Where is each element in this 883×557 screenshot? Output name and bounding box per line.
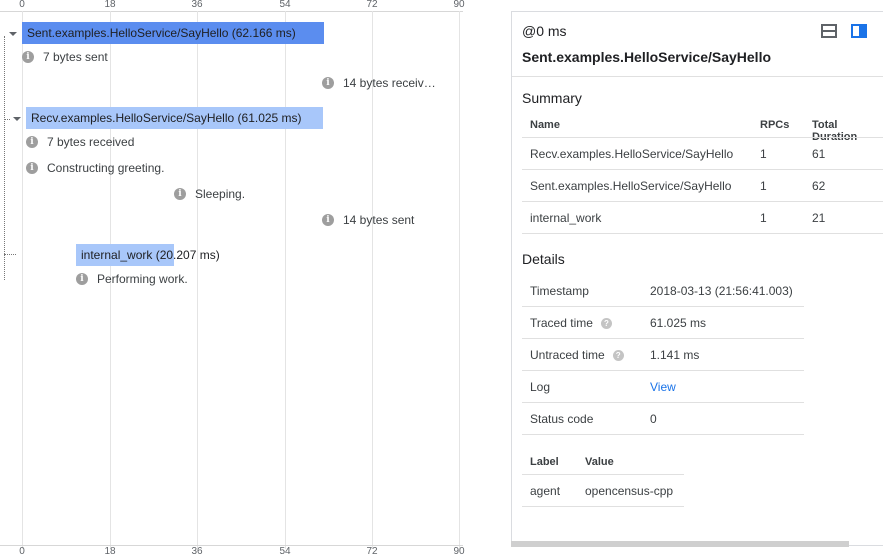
collapse-caret-icon[interactable] (13, 117, 21, 121)
divider (512, 76, 883, 77)
details-panel: @0 ms Sent.examples.HelloService/SayHell… (511, 11, 883, 546)
help-icon[interactable]: ? (600, 318, 612, 330)
summary-cell-name: Recv.examples.HelloService/SayHello (530, 147, 734, 161)
col-value: Value (585, 456, 614, 468)
annotation[interactable]: i 7 bytes sent (22, 50, 108, 64)
divider (522, 434, 804, 435)
detail-value-status-code: 0 (650, 412, 657, 426)
summary-heading: Summary (522, 90, 582, 106)
detail-label-text: Untraced time (530, 348, 605, 362)
annotation[interactable]: i Performing work. (76, 272, 188, 286)
summary-cell-duration: 61 (812, 147, 826, 161)
annotation-text: Sleeping. (195, 187, 246, 201)
divider (522, 338, 804, 339)
annotation-text: 14 bytes receiv… (343, 76, 436, 90)
summary-cell-name: internal_work (530, 211, 602, 225)
axis-tick-bottom: 0 (19, 546, 25, 557)
annotation[interactable]: i Constructing greeting. (26, 161, 164, 175)
detail-value-traced-time: 61.025 ms (650, 316, 707, 330)
selected-time: @0 ms (522, 23, 567, 39)
info-icon: i (174, 188, 186, 200)
axis-tick-top: 54 (279, 0, 291, 10)
info-icon: i (76, 273, 88, 285)
label-value: opencensus-cpp (585, 484, 674, 498)
summary-cell-rpcs: 1 (760, 211, 767, 225)
divider (522, 474, 684, 475)
info-icon: i (26, 162, 38, 174)
axis-tick-bottom: 36 (191, 546, 203, 557)
details-heading: Details (522, 251, 565, 267)
gridline (459, 11, 460, 549)
label-key: agent (530, 484, 561, 498)
divider (522, 402, 804, 403)
annotation[interactable]: i Sleeping. (174, 187, 245, 201)
span-bar-recv[interactable]: Recv.examples.HelloService/SayHello (61.… (26, 107, 323, 129)
col-rpcs: RPCs (760, 119, 790, 131)
detail-label: Traced time? (530, 316, 612, 330)
help-icon[interactable]: ? (612, 350, 624, 362)
col-total-duration: Total Duration (812, 119, 858, 143)
summary-cell-duration: 21 (812, 211, 826, 225)
gridline (22, 11, 23, 549)
detail-label: Timestamp (530, 284, 589, 298)
horizontal-split-icon[interactable] (821, 24, 837, 38)
axis-tick-top: 90 (453, 0, 465, 10)
span-bar-internal-work[interactable]: internal_work (20.207 ms) (76, 244, 220, 266)
horizontal-scrollbar[interactable] (511, 541, 849, 547)
info-icon: i (322, 77, 334, 89)
divider (522, 233, 883, 234)
span-bar-sent[interactable]: Sent.examples.HelloService/SayHello (62.… (22, 22, 324, 44)
gridline (372, 11, 373, 549)
divider (522, 137, 883, 138)
annotation-text: 14 bytes sent (343, 213, 415, 227)
summary-cell-duration: 62 (812, 179, 826, 193)
divider (522, 306, 804, 307)
col-name: Name (530, 119, 560, 131)
detail-value-timestamp: 2018-03-13 (21:56:41.003) (650, 284, 793, 298)
detail-value-untraced-time: 1.141 ms (650, 348, 700, 362)
axis-tick-bottom: 18 (104, 546, 116, 557)
info-icon: i (322, 214, 334, 226)
annotation-text: 7 bytes sent (43, 50, 108, 64)
vertical-split-icon[interactable] (851, 24, 867, 38)
axis-tick-top: 0 (19, 0, 25, 10)
collapse-caret-icon[interactable] (9, 32, 17, 36)
axis-tick-bottom: 90 (453, 546, 465, 557)
annotation[interactable]: i 14 bytes receiv… (322, 76, 436, 90)
detail-label: Untraced time? (530, 348, 624, 362)
axis-tick-top: 36 (191, 0, 203, 10)
info-icon: i (22, 51, 34, 63)
detail-label: Log (530, 380, 551, 394)
annotation-text: 7 bytes received (47, 135, 135, 149)
annotation[interactable]: i 14 bytes sent (322, 213, 414, 227)
summary-cell-rpcs: 1 (760, 179, 767, 193)
selected-span-title: Sent.examples.HelloService/SayHello (522, 49, 772, 65)
annotation-text: Constructing greeting. (47, 161, 165, 175)
summary-cell-rpcs: 1 (760, 147, 767, 161)
axis-tick-top: 18 (104, 0, 116, 10)
annotation-text: Performing work. (97, 272, 188, 286)
axis-bottom-line (0, 545, 463, 546)
divider (522, 169, 883, 170)
summary-cell-name: Sent.examples.HelloService/SayHello (530, 179, 732, 193)
axis-top-line (0, 11, 463, 12)
axis-tick-bottom: 72 (366, 546, 378, 557)
gridline (285, 11, 286, 549)
col-label: Label (530, 456, 559, 468)
gridline (197, 11, 198, 549)
log-view-link[interactable]: View (650, 380, 676, 394)
detail-label: Status code (530, 412, 594, 426)
divider (522, 370, 804, 371)
axis-tick-top: 72 (366, 0, 378, 10)
divider (522, 201, 883, 202)
axis-tick-bottom: 54 (279, 546, 291, 557)
divider (522, 506, 684, 507)
tree-connector (4, 36, 5, 280)
tree-connector (4, 119, 10, 120)
tree-connector (4, 254, 16, 255)
info-icon: i (26, 136, 38, 148)
annotation[interactable]: i 7 bytes received (26, 135, 134, 149)
detail-label-text: Traced time (530, 316, 593, 330)
